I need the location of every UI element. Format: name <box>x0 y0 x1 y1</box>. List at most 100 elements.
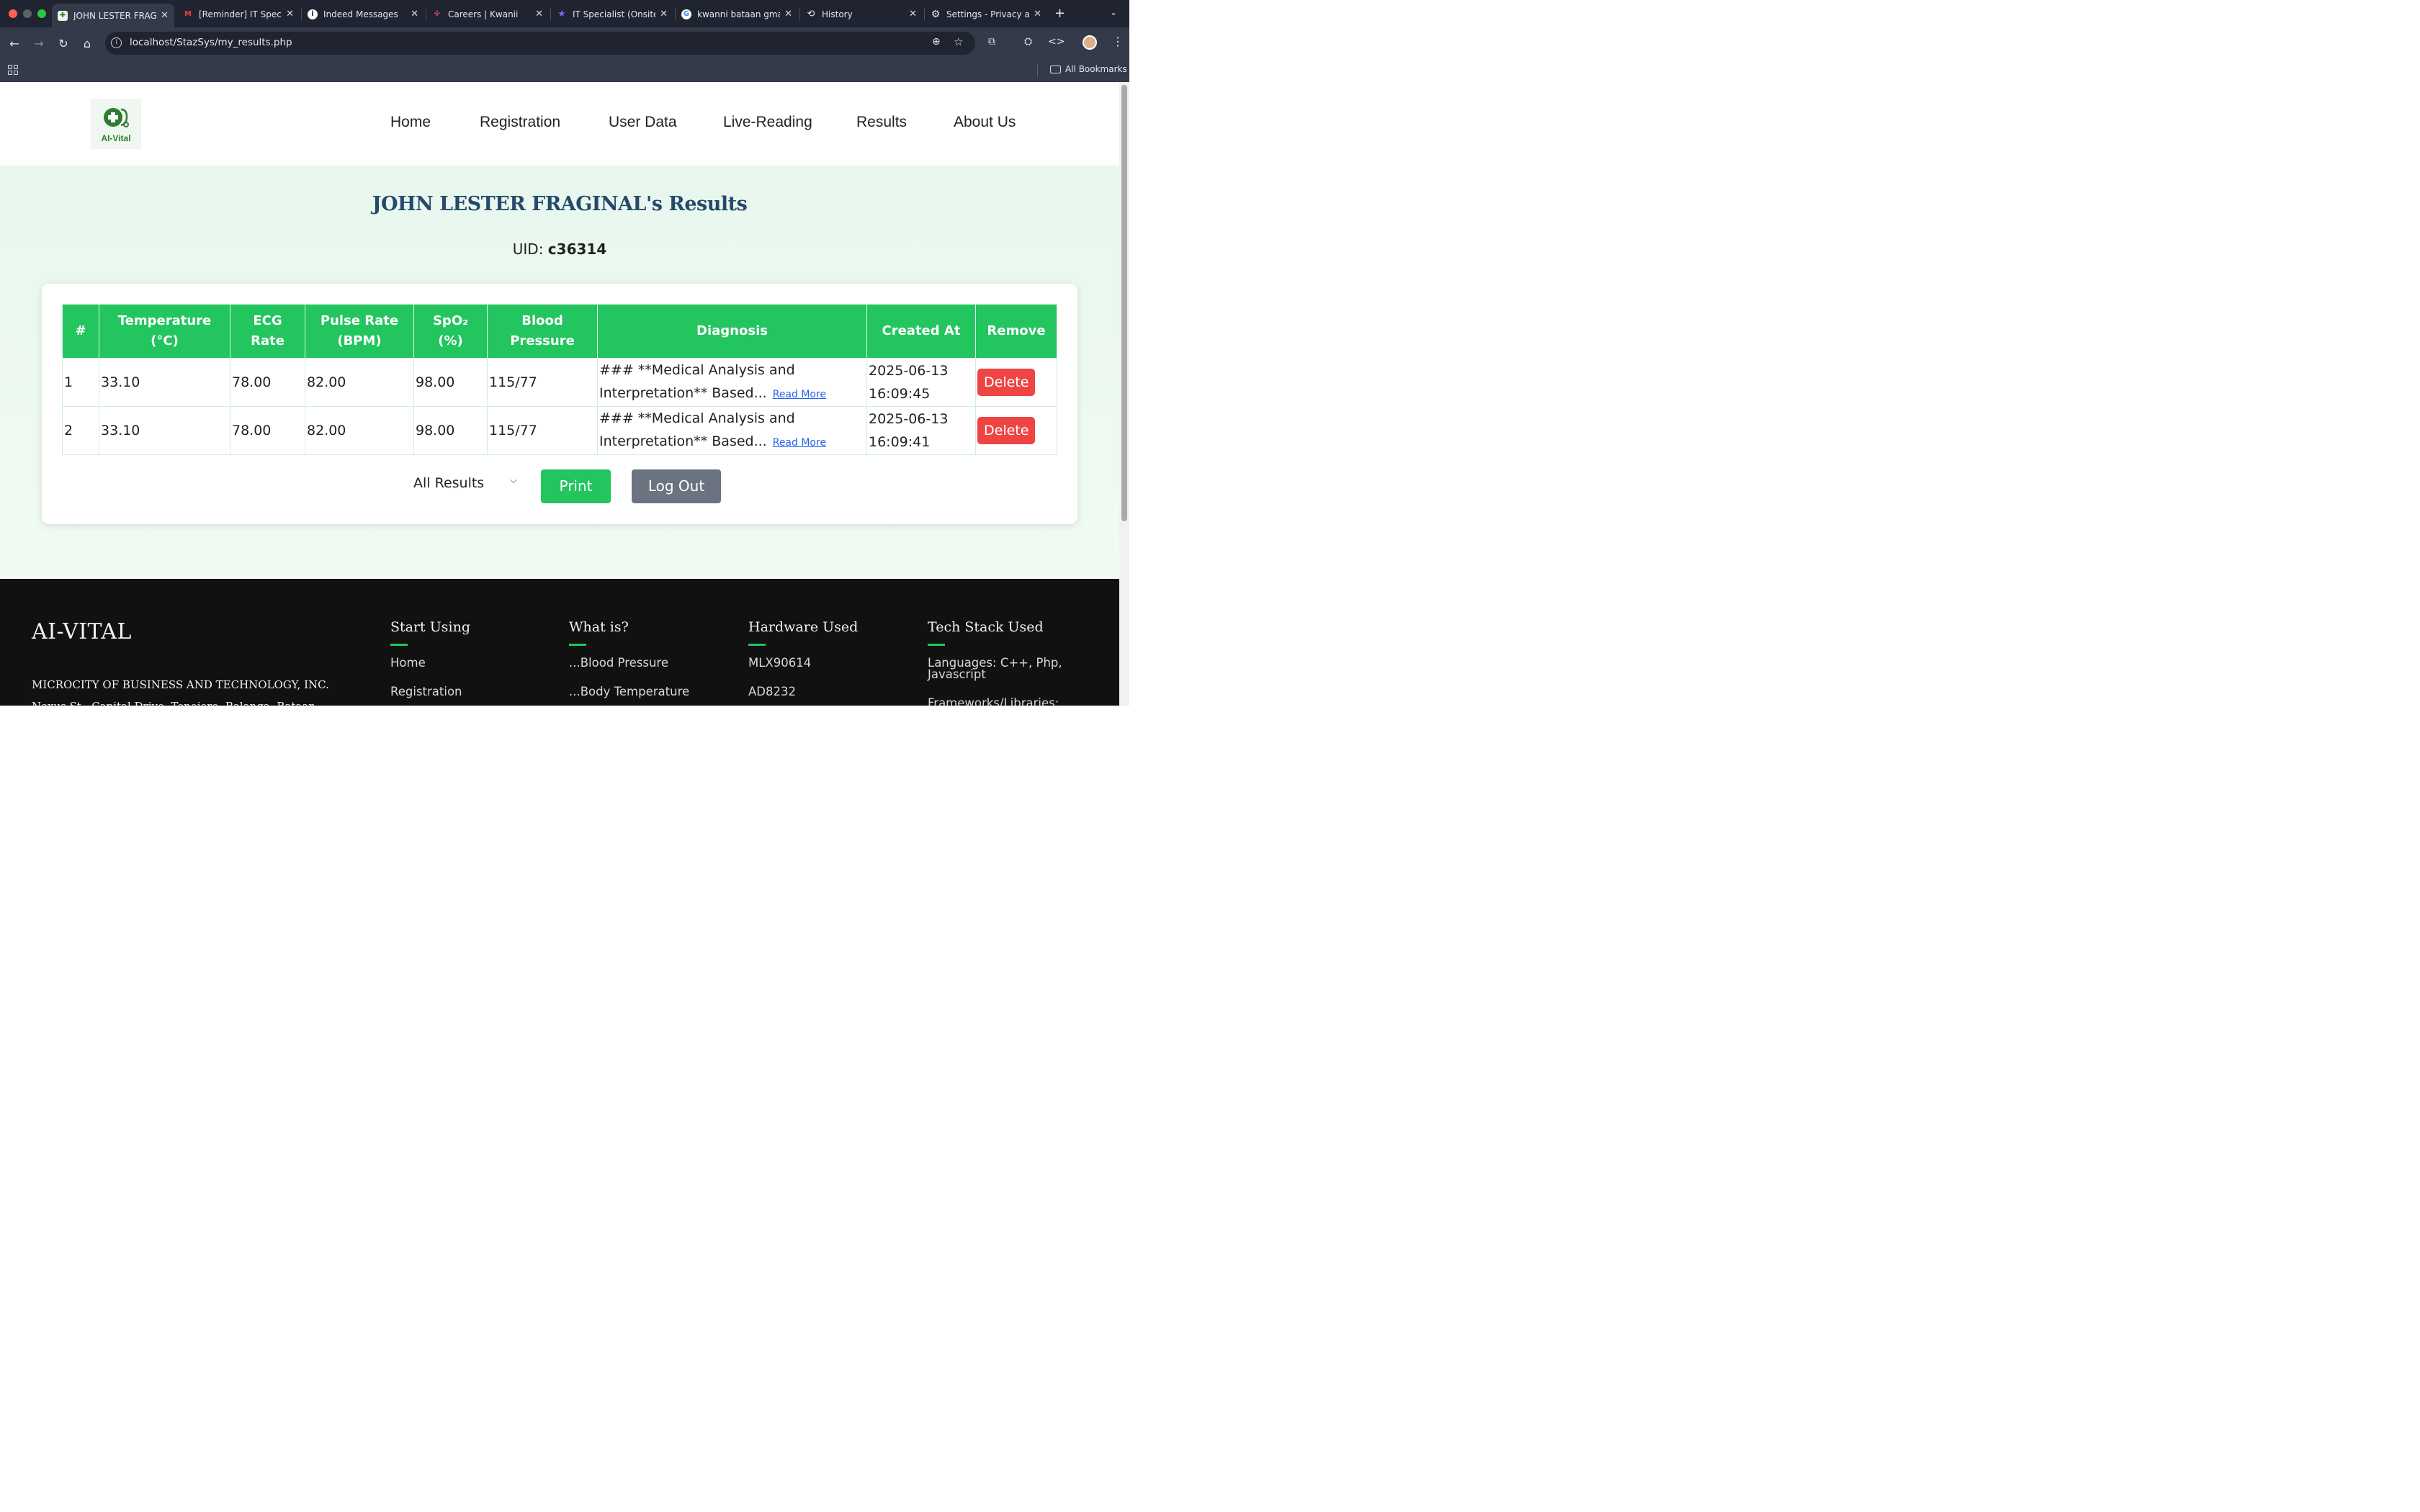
logout-button[interactable]: Log Out <box>632 469 721 503</box>
site-info-icon[interactable]: i <box>111 37 122 48</box>
results-filter-select[interactable]: All Results ⌵ <box>413 475 517 491</box>
browser-tab-it-specialist[interactable]: ★ IT Specialist (Onsite ✕ <box>551 4 673 24</box>
browser-tab-gmail[interactable]: M [Reminder] IT Specialist ✕ <box>177 4 300 24</box>
cell-spo2: 98.00 <box>413 406 488 455</box>
cell-pulse: 82.00 <box>305 358 414 407</box>
url-text[interactable]: localhost/StazSys/my_results.php <box>130 37 292 48</box>
code-icon[interactable]: <> <box>1048 36 1065 48</box>
cell-ecg: 78.00 <box>230 358 305 407</box>
col-header-remove: Remove <box>975 304 1057 359</box>
footer-col-title: Hardware Used <box>748 619 859 635</box>
close-tab-icon[interactable]: ✕ <box>161 10 169 21</box>
read-more-link[interactable]: Read More <box>773 437 826 449</box>
site-logo[interactable]: AI-Vital <box>91 99 141 149</box>
kebab-menu-icon[interactable]: ⋮ <box>1112 35 1124 48</box>
home-icon[interactable]: ⌂ <box>79 35 96 52</box>
browser-tab-settings[interactable]: ⚙ Settings - Privacy and ✕ <box>925 4 1047 24</box>
uid-label: UID: <box>512 240 544 258</box>
tab-title: Settings - Privacy and <box>946 9 1030 19</box>
delete-button[interactable]: Delete <box>977 417 1036 444</box>
footer-link-registration[interactable]: Registration <box>390 685 549 698</box>
cell-diagnosis: ### **Medical Analysis and Interpretatio… <box>597 406 867 455</box>
footer-item-mlx90614: MLX90614 <box>748 656 812 670</box>
nav-registration[interactable]: Registration <box>480 114 560 131</box>
results-controls: All Results ⌵ Print Log Out <box>42 469 1077 504</box>
cell-created-at: 2025-06-13 16:09:45 <box>866 358 976 407</box>
footer-link-body-temperature[interactable]: ...Body Temperature <box>569 685 727 698</box>
footer-item-languages: Languages: C++, Php, Javascript <box>928 656 1062 681</box>
brain-stethoscope-logo-icon <box>104 108 129 127</box>
col-header-diagnosis: Diagnosis <box>597 304 867 359</box>
browser-tab-history[interactable]: ⟲ History ✕ <box>800 4 923 24</box>
tab-title: Careers | Kwanii <box>448 9 519 19</box>
footer-link-home[interactable]: Home <box>390 657 549 669</box>
tab-title: JOHN LESTER FRAGINAL <box>73 10 157 21</box>
read-more-link[interactable]: Read More <box>773 389 826 400</box>
cell-pulse: 82.00 <box>305 406 414 455</box>
maximize-window-button[interactable] <box>37 9 46 18</box>
nav-home[interactable]: Home <box>390 114 431 131</box>
nav-user-data[interactable]: User Data <box>609 114 677 131</box>
all-bookmarks-label: All Bookmarks <box>1065 64 1127 74</box>
col-header-temperature: Temperature (°C) <box>99 304 230 359</box>
diagnosis-text: ### **Medical Analysis and Interpretatio… <box>599 362 795 401</box>
print-button[interactable]: Print <box>541 469 611 503</box>
cell-blood-pressure: 115/77 <box>487 406 598 455</box>
close-tab-icon[interactable]: ✕ <box>411 9 418 19</box>
kwanii-icon: ✣ <box>434 10 441 18</box>
delete-button[interactable]: Delete <box>977 369 1036 396</box>
apps-grid-icon[interactable] <box>8 65 18 75</box>
scrollbar-thumb[interactable] <box>1121 85 1127 521</box>
gmail-icon: M <box>184 10 192 18</box>
extensions-puzzle-icon[interactable]: ⧉ <box>988 36 995 48</box>
footer-brand: AI-VITAL <box>32 619 132 644</box>
cell-created-at: 2025-06-13 16:09:41 <box>866 406 976 455</box>
tab-title: [Reminder] IT Specialist <box>199 9 282 19</box>
close-tab-icon[interactable]: ✕ <box>535 9 543 19</box>
bookmark-star-icon[interactable]: ☆ <box>954 35 963 48</box>
tab-title: kwanni bataan gmaps <box>697 9 780 19</box>
footer-company: MICROCITY OF BUSINESS AND TECHNOLOGY, IN… <box>32 678 329 691</box>
uid-line: UID: c36314 <box>0 240 1119 258</box>
new-tab-plus-icon[interactable]: + <box>1054 6 1065 21</box>
close-tab-icon[interactable]: ✕ <box>660 9 668 19</box>
table-header-row: # Temperature (°C) ECG Rate Pulse Rate (… <box>62 304 1057 359</box>
nav-live-reading[interactable]: Live-Reading <box>723 114 812 131</box>
cell-temperature: 33.10 <box>99 358 230 407</box>
col-header-created-at: Created At <box>866 304 976 359</box>
profile-avatar[interactable] <box>1083 35 1097 50</box>
back-arrow-icon[interactable]: ← <box>6 35 23 52</box>
close-window-button[interactable] <box>9 9 17 18</box>
aivital-favicon-icon: ✚ <box>58 10 68 21</box>
browser-tab-indeed[interactable]: i Indeed Messages ✕ <box>302 4 424 24</box>
reload-icon[interactable]: ↻ <box>55 35 72 52</box>
nav-results[interactable]: Results <box>856 114 907 131</box>
page-viewport: AI-Vital Home Registration User Data Liv… <box>0 82 1119 706</box>
browser-tab-kwanii[interactable]: ✣ Careers | Kwanii ✕ <box>426 4 549 24</box>
filter-selected-value: All Results <box>413 475 485 491</box>
zoom-icon[interactable]: ⊕ <box>932 36 941 48</box>
browser-tab-google[interactable]: G kwanni bataan gmaps ✕ <box>676 4 798 24</box>
close-tab-icon[interactable]: ✕ <box>286 9 294 19</box>
footer-col-title: What is? <box>569 619 629 635</box>
close-tab-icon[interactable]: ✕ <box>784 9 792 19</box>
footer-address: Nexus St., Capital Drive, Tenejero, Bala… <box>32 700 315 706</box>
browser-tab-results[interactable]: ✚ JOHN LESTER FRAGINAL ✕ <box>52 4 174 27</box>
all-bookmarks-button[interactable]: All Bookmarks <box>1050 64 1127 74</box>
tab-search-chevron-icon[interactable]: ⌄ <box>1110 7 1117 17</box>
close-tab-icon[interactable]: ✕ <box>1034 9 1041 19</box>
footer-col-hardware: Hardware Used MLX90614 AD8232 <box>748 619 907 698</box>
cell-number: 2 <box>62 406 99 455</box>
minimize-window-button[interactable] <box>23 9 32 18</box>
address-bar[interactable]: i localhost/StazSys/my_results.php ⊕ ☆ <box>105 32 975 55</box>
incognito-icon[interactable]: ⛭ <box>1024 36 1032 48</box>
page-scrollbar[interactable] <box>1119 82 1129 706</box>
forward-arrow-icon[interactable]: → <box>30 35 48 52</box>
footer-link-blood-pressure[interactable]: ...Blood Pressure <box>569 657 727 669</box>
logo-text: AI-Vital <box>101 133 131 143</box>
col-header-pulse: Pulse Rate (BPM) <box>305 304 414 359</box>
google-icon: G <box>681 9 691 19</box>
nav-about-us[interactable]: About Us <box>954 114 1016 131</box>
close-tab-icon[interactable]: ✕ <box>909 9 917 19</box>
col-header-spo2: SpO₂ (%) <box>413 304 488 359</box>
